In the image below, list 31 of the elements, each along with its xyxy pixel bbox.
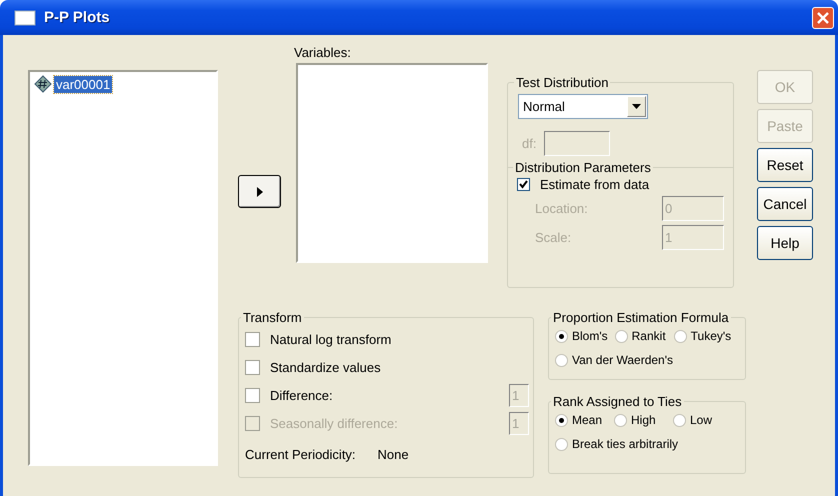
checkbox-label: Difference: <box>270 388 334 402</box>
group-title: Proportion Estimation Formula <box>552 310 730 325</box>
variable-item[interactable]: var00001 <box>54 76 112 92</box>
radio-label: Van der Waerden's <box>572 353 674 367</box>
variable-list[interactable]: var00001 <box>28 70 218 466</box>
variables-label: Variables: <box>294 45 352 60</box>
radio-label: Mean <box>572 413 602 427</box>
radio-label: Low <box>690 413 712 427</box>
group-title: Test Distribution <box>515 75 610 90</box>
dialog-button[interactable]: Reset <box>757 148 813 182</box>
checkbox-label: Natural log transform <box>270 332 392 346</box>
radio-label: Break ties arbitrarily <box>572 437 678 451</box>
parameter-label: Location: <box>535 201 588 216</box>
dialog-button[interactable]: Cancel <box>757 187 813 221</box>
group-title: Rank Assigned to Ties <box>552 394 683 409</box>
periodicity-label: Current Periodicity: <box>245 447 356 462</box>
group-title: Distribution Parameters <box>514 160 652 175</box>
checkbox-label: Estimate from data <box>540 177 650 192</box>
distribution-dropdown[interactable]: Normal <box>518 94 648 119</box>
group-title: Transform <box>242 310 303 325</box>
radio-label: Rankit <box>632 329 666 343</box>
radio-label: High <box>631 413 656 427</box>
radio-label: Blom's <box>572 329 608 343</box>
radio-label: Tukey's <box>690 329 732 343</box>
checkbox-label: Standardize values <box>270 360 382 374</box>
parameter-label: Scale: <box>535 230 572 245</box>
dialog-button[interactable]: Help <box>757 226 813 260</box>
df-label: df: <box>522 136 536 151</box>
periodicity-value: None <box>378 447 409 462</box>
window-title: P-P Plots <box>44 9 111 26</box>
checkbox-label: Seasonally difference: <box>270 416 399 430</box>
